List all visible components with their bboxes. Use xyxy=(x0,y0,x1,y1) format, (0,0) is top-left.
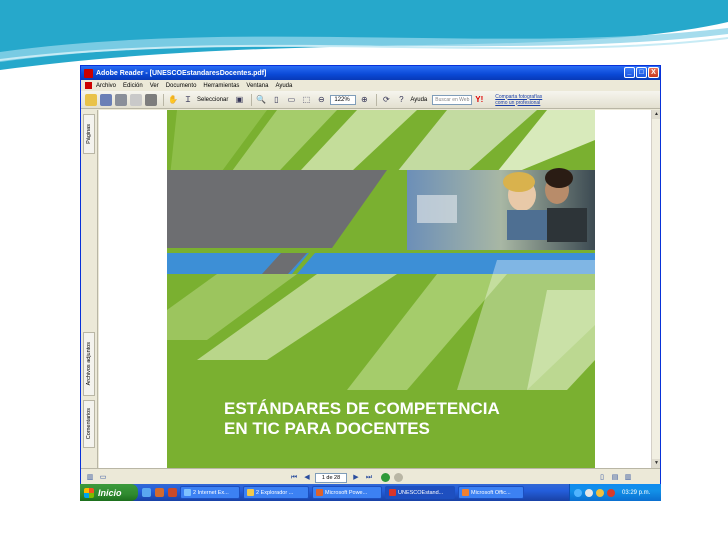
rotate-icon[interactable]: ⟳ xyxy=(380,94,392,106)
save-icon[interactable] xyxy=(100,93,112,106)
network-icon[interactable] xyxy=(574,488,582,497)
help-button-label[interactable]: Ayuda xyxy=(410,97,427,103)
promo-link[interactable]: Comparta fotografías como un profesional xyxy=(495,94,542,106)
photo-hair xyxy=(503,172,535,192)
scroll-down-icon[interactable]: ▼ xyxy=(652,459,660,468)
promo-line-2[interactable]: como un profesional xyxy=(495,100,542,106)
document-heading-line-2: EN TIC PARA DOCENTES xyxy=(224,419,430,438)
menu-archivo[interactable]: Archivo xyxy=(96,83,116,89)
menu-edicion[interactable]: Edición xyxy=(123,83,143,89)
adobe-app-icon xyxy=(84,68,93,78)
pdf-icon xyxy=(389,489,396,496)
taskbar-item-office[interactable]: Microsoft Offic... xyxy=(458,486,524,499)
menu-documento[interactable]: Documento xyxy=(166,83,197,89)
security-icon[interactable] xyxy=(596,488,604,497)
photo-monitor xyxy=(417,195,457,223)
tab-paginas[interactable]: Páginas xyxy=(83,114,95,154)
maximize-button[interactable]: □ xyxy=(636,67,647,78)
yahoo-logo[interactable]: Y! xyxy=(475,95,483,104)
quicklaunch-media-icon[interactable] xyxy=(155,488,164,497)
previous-page-icon[interactable]: ◀ xyxy=(302,473,312,483)
document-heading-line-1: ESTÁNDARES DE COMPETENCIA xyxy=(224,399,500,418)
zoom-tool-icon[interactable]: 🔍 xyxy=(255,94,267,106)
email-icon[interactable] xyxy=(130,93,142,106)
photo-shirt xyxy=(507,210,547,240)
last-page-icon[interactable]: ⏭ xyxy=(364,473,374,483)
menu-ver[interactable]: Ver xyxy=(150,83,159,89)
zoom-level-field[interactable]: 122% xyxy=(330,94,357,105)
photo-hair xyxy=(545,168,573,188)
adobe-reader-window: Adobe Reader - [UNESCOEstandaresDocentes… xyxy=(80,65,661,487)
windows-logo-icon xyxy=(84,487,94,498)
quicklaunch-ie-icon[interactable] xyxy=(142,488,151,497)
photo-shirt xyxy=(547,208,587,242)
window-title: Adobe Reader - [UNESCOEstandaresDocentes… xyxy=(96,69,267,77)
start-label: Inicio xyxy=(98,487,122,498)
navigation-pane: Páginas Archivos adjuntos Comentarios xyxy=(81,110,98,468)
folder-icon xyxy=(247,489,254,496)
windows-taskbar: Inicio 2 Internet Ex... 2 Explorador ...… xyxy=(80,484,661,501)
start-button[interactable]: Inicio xyxy=(80,484,138,501)
document-view[interactable]: ESTÁNDARES DE COMPETENCIA EN TIC PARA DO… xyxy=(99,110,651,468)
fit-width-icon[interactable]: ⬚ xyxy=(300,94,312,106)
next-page-icon[interactable]: ▶ xyxy=(351,473,361,483)
zoom-in-icon[interactable]: ⊕ xyxy=(358,94,370,106)
toolbar-separator xyxy=(251,93,253,106)
vertical-scrollbar[interactable]: ▲ ▼ xyxy=(651,110,660,468)
hand-tool-icon[interactable]: ✋ xyxy=(167,94,179,106)
taskbar-item-internet-explorer[interactable]: 2 Internet Ex... xyxy=(180,486,240,499)
powerpoint-icon xyxy=(316,489,323,496)
facing-pages-icon[interactable]: ▥ xyxy=(623,473,633,483)
system-tray: 03:29 p.m. xyxy=(569,484,661,501)
document-menu-icon[interactable] xyxy=(85,82,92,89)
office-icon xyxy=(462,489,469,496)
volume-icon[interactable] xyxy=(585,488,593,497)
go-forward-icon[interactable] xyxy=(394,473,403,482)
scroll-up-icon[interactable]: ▲ xyxy=(652,110,660,119)
page-number-field[interactable]: 1 de 28 xyxy=(315,472,347,483)
help-icon[interactable]: ? xyxy=(395,94,407,106)
slide: Adobe Reader - [UNESCOEstandaresDocentes… xyxy=(0,0,728,546)
search-binoculars-icon[interactable] xyxy=(145,93,157,106)
clock[interactable]: 03:29 p.m. xyxy=(622,490,650,496)
zoom-out-icon[interactable]: ⊖ xyxy=(315,94,327,106)
title-bar[interactable]: Adobe Reader - [UNESCOEstandaresDocentes… xyxy=(81,66,660,80)
menu-ayuda[interactable]: Ayuda xyxy=(275,83,292,89)
close-button[interactable]: X xyxy=(648,67,659,78)
snapshot-icon[interactable]: ▣ xyxy=(233,94,245,106)
open-folder-icon[interactable] xyxy=(85,93,97,106)
menu-ventana[interactable]: Ventana xyxy=(246,83,268,89)
select-tool-label[interactable]: Seleccionar xyxy=(197,97,228,103)
taskbar-item-explorer[interactable]: 2 Explorador ... xyxy=(243,486,309,499)
taskbar-item-powerpoint[interactable]: Microsoft Powe... xyxy=(312,486,382,499)
toolbar-separator xyxy=(163,93,164,106)
fit-page-icon[interactable]: ▭ xyxy=(285,94,297,106)
options-icon[interactable]: ▥ xyxy=(85,473,95,483)
pdf-page: ESTÁNDARES DE COMPETENCIA EN TIC PARA DO… xyxy=(167,110,595,468)
tab-comentarios[interactable]: Comentarios xyxy=(83,400,95,448)
page-size-icon: ▭ xyxy=(99,473,107,481)
quicklaunch-office-icon[interactable] xyxy=(168,488,177,497)
print-icon[interactable] xyxy=(115,93,127,106)
select-text-icon[interactable]: Ɪ xyxy=(182,94,194,106)
go-back-icon[interactable] xyxy=(381,473,390,482)
toolbar-separator xyxy=(376,93,378,106)
web-search-input[interactable]: Buscar en Web xyxy=(432,94,473,105)
antivirus-icon[interactable] xyxy=(607,488,615,497)
toolbar: ✋ Ɪ Seleccionar ▣ 🔍 ▯ ▭ ⬚ ⊖ 122% ⊕ ⟳ ? A… xyxy=(81,91,660,109)
continuous-page-icon[interactable]: ▤ xyxy=(610,473,620,483)
taskbar-item-adobe-reader[interactable]: UNESCOEstand... xyxy=(385,486,455,499)
minimize-button[interactable]: _ xyxy=(624,67,635,78)
single-page-icon[interactable]: ▯ xyxy=(597,473,607,483)
menu-bar: Archivo Edición Ver Documento Herramient… xyxy=(81,80,660,91)
tab-archivos-adjuntos[interactable]: Archivos adjuntos xyxy=(83,332,95,396)
actual-size-icon[interactable]: ▯ xyxy=(270,94,282,106)
first-page-icon[interactable]: ⏮ xyxy=(289,473,299,483)
menu-herramientas[interactable]: Herramientas xyxy=(203,83,239,89)
ie-icon xyxy=(184,489,191,496)
